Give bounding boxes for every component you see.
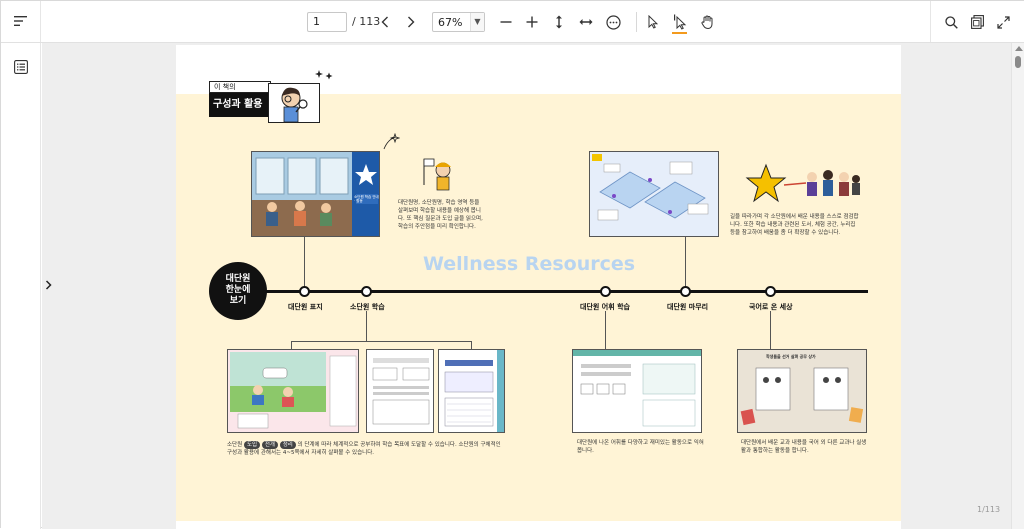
node-label-unit-cover: 대단원 표지	[288, 303, 323, 311]
star-doodle-icon	[383, 133, 400, 150]
fit-height-icon[interactable]	[552, 13, 566, 31]
page-indicator: 1/113	[977, 505, 1001, 514]
vertical-scrollbar[interactable]	[1011, 43, 1024, 529]
circle-line-3: 보기	[229, 296, 247, 306]
connector-line	[304, 237, 305, 289]
toolbar: 1 / 113 67% ▼	[1, 1, 1024, 43]
scroll-up-arrow[interactable]	[1015, 46, 1023, 51]
section-title: 구성과 활용	[209, 93, 283, 117]
timeline-node	[600, 286, 611, 297]
page-total-label: / 113	[352, 15, 381, 28]
expand-chevron-icon[interactable]	[42, 271, 54, 299]
subunit-wrapup-thumbnail	[438, 349, 505, 433]
chevron-left-icon[interactable]	[378, 14, 392, 30]
more-icon[interactable]	[604, 13, 622, 31]
cover-thumb-text: 소단원 학습 안내 · 활동	[354, 195, 379, 203]
pill-intro: 도입	[243, 441, 261, 449]
unit-overview-circle: 대단원 한눈에 보기	[209, 262, 267, 320]
unit-review-thumbnail	[589, 151, 719, 237]
outline-icon[interactable]	[12, 59, 30, 75]
character-illustration	[268, 83, 320, 123]
timeline-node	[361, 286, 372, 297]
subunit-body-thumbnail	[366, 349, 434, 433]
desc-subunit-learning: 소단원 도입 전개 정리 의 단계에 따라 체계적으로 공부하여 학습 목표에 …	[227, 441, 507, 457]
subunit-intro-thumbnail	[227, 349, 359, 433]
fit-width-icon[interactable]	[577, 14, 595, 30]
desc-unit-review: 길을 따라가며 각 소단원에서 배운 내용을 스스로 점검합니다. 또한 학습 …	[730, 214, 859, 236]
scroll-thumb[interactable]	[1015, 56, 1021, 68]
node-label-subunit: 소단원 학습	[350, 303, 385, 311]
timeline-node	[765, 286, 776, 297]
vocab-activity-thumbnail	[572, 349, 702, 433]
desc-world: 대단원에서 배운 교과 내용을 국어 외 다른 교과나 실생활과 통합하는 활동…	[741, 440, 867, 454]
page-number-input[interactable]: 1	[307, 12, 347, 32]
zoom-out-icon[interactable]	[499, 14, 513, 30]
zoom-in-icon[interactable]	[525, 14, 539, 30]
timeline-node	[299, 286, 310, 297]
world-activity-thumbnail: 학생들을 선거 살펴 공무 상가	[737, 349, 867, 433]
sparkle-icon	[315, 70, 333, 80]
text-cursor-icon[interactable]	[672, 12, 688, 31]
connector-line	[605, 311, 606, 349]
connector-line	[685, 237, 686, 289]
fullscreen-icon[interactable]	[995, 13, 1011, 31]
circle-line-2: 한눈에	[225, 285, 251, 295]
watermark-text: Wellness Resources	[423, 253, 636, 275]
node-label-review: 대단원 마무리	[667, 303, 709, 311]
desc-vocab: 대단원에 나온 어휘를 다양하고 재미있는 활동으로 익혀 봅니다.	[577, 440, 704, 454]
toolbar-left-section	[1, 1, 41, 42]
connector-line	[770, 311, 771, 349]
star-team-illustration	[745, 163, 860, 203]
desc-subunit-prefix: 소단원	[227, 442, 243, 448]
search-icon[interactable]	[943, 13, 959, 31]
viewer-window: 1 / 113 67% ▼ 이 책의 구성과 활용 소단원 학습 안내 · 활동…	[0, 0, 1024, 529]
zoom-value: 67%	[438, 16, 463, 29]
pdf-page: 이 책의 구성과 활용 소단원 학습 안내 · 활동 대단원명, 소단원명, 학…	[176, 45, 901, 521]
chevron-right-icon[interactable]	[404, 14, 418, 30]
chevron-down-icon[interactable]: ▼	[470, 13, 484, 31]
circle-line-1: 대단원	[225, 274, 251, 284]
select-cursor-icon[interactable]	[646, 13, 660, 31]
toolbar-right-divider	[930, 1, 931, 42]
flag-kid-illustration	[423, 158, 451, 191]
magazine-title: 학생들을 선거 살펴 공무 상가	[766, 354, 816, 359]
connector-line	[291, 341, 471, 342]
menu-icon[interactable]	[13, 13, 29, 29]
connector-line	[366, 311, 367, 341]
zoom-select[interactable]: 67% ▼	[432, 12, 485, 32]
sidebar	[1, 43, 41, 529]
toolbar-divider	[636, 12, 637, 32]
pill-wrapup: 정리	[279, 441, 296, 449]
active-tool-indicator	[672, 32, 687, 34]
timeline-node	[680, 286, 691, 297]
pill-develop: 전개	[261, 441, 278, 449]
section-label: 이 책의	[209, 81, 271, 93]
hand-icon[interactable]	[699, 13, 715, 31]
thumbnails-icon[interactable]	[969, 13, 985, 31]
cover-thumbnail: 소단원 학습 안내 · 활동	[251, 151, 380, 237]
desc-unit-cover: 대단원명, 소단원명, 학습 영역 등을 살펴보며 학습할 내용을 예상해 봅니…	[398, 200, 483, 230]
